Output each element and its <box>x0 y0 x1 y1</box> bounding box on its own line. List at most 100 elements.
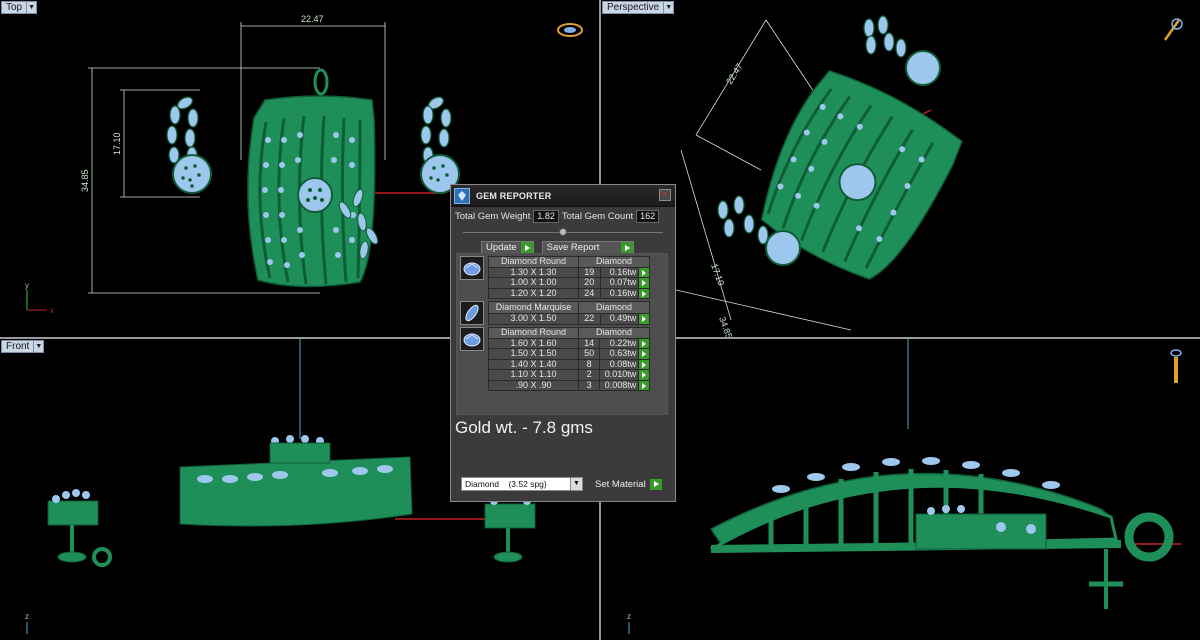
select-gem-arrow-icon[interactable] <box>638 348 650 360</box>
gem-table-header: Diamond Marquise Diamond <box>488 301 650 314</box>
gem-carat: 0.22tw <box>599 337 640 349</box>
gem-count: 14 <box>577 337 601 349</box>
earring-right-front-model <box>484 494 536 563</box>
earring-perspective-top-model <box>863 15 941 86</box>
earring-left-top-model <box>166 96 212 194</box>
gem-size: 1.20 X 1.20 <box>488 287 579 299</box>
axis-z-label: z <box>627 612 631 621</box>
dim-total-text: 34.85 <box>717 315 734 337</box>
gem-row[interactable]: 3.00 X 1.50 22 0.49tw <box>488 312 650 325</box>
gem-group: Diamond Marquise Diamond 3.00 X 1.50 22 0.49… <box>457 301 667 325</box>
select-gem-arrow-icon[interactable] <box>638 358 650 370</box>
select-gem-arrow-icon[interactable] <box>638 287 650 299</box>
total-gem-weight-value: 1.82 <box>533 210 559 223</box>
gem-table: Diamond Round Diamond 1.60 X 1.60 14 0.22tw 1… <box>488 327 650 391</box>
view-cube-top-icon[interactable] <box>556 22 584 38</box>
gem-carat: 0.16tw <box>599 266 640 278</box>
select-gem-arrow-icon[interactable] <box>638 369 650 381</box>
material-select[interactable]: Diamond (3.52 spg) ▼ <box>461 477 583 491</box>
viewport-menu-arrow-icon[interactable]: ▼ <box>664 1 675 14</box>
play-icon[interactable] <box>620 242 633 253</box>
gem-list[interactable]: Diamond Round Diamond 1.30 X 1.30 19 0.16tw 1… <box>456 253 668 415</box>
set-material-button[interactable]: Set Material <box>591 478 662 491</box>
round-gem-icon[interactable] <box>460 256 484 280</box>
report-slider[interactable] <box>463 228 663 238</box>
gem-row[interactable]: 1.20 X 1.20 24 0.16tw <box>488 287 650 299</box>
gem-count: 2 <box>577 369 601 381</box>
dim-width-text: 22.47 <box>724 62 744 86</box>
slider-knob[interactable] <box>559 228 567 236</box>
total-gem-weight-label: Total Gem Weight <box>455 211 531 222</box>
axis-x-label: x <box>50 306 54 315</box>
select-gem-arrow-icon[interactable] <box>638 277 650 289</box>
gem-carat: 0.63tw <box>599 348 640 360</box>
viewport-front-title[interactable]: Front <box>1 340 35 353</box>
perspective-view-canvas: 22.47 17.10 34.85 <box>675 15 963 337</box>
marquise-gem-icon[interactable] <box>460 301 484 325</box>
gem-summary: Total Gem Weight 1.82 Total Gem Count 16… <box>451 207 675 226</box>
view-cube-right-icon[interactable] <box>1167 347 1185 387</box>
gem-size: 1.00 X 1.00 <box>488 277 579 289</box>
viewport-front-label[interactable]: Front ▼ <box>1 340 45 353</box>
viewport-menu-arrow-icon[interactable]: ▼ <box>34 340 45 353</box>
gem-type-header: Diamond Round <box>488 256 579 268</box>
update-button-label: Update <box>486 242 517 253</box>
gem-size: .90 X .90 <box>488 379 579 391</box>
earring-right-top-model <box>420 96 460 194</box>
gem-row[interactable]: 1.00 X 1.00 20 0.07tw <box>488 277 650 289</box>
viewport-top-label[interactable]: Top ▼ <box>1 1 38 14</box>
axis-y-label: y <box>25 281 29 290</box>
gem-row[interactable]: 1.10 X 1.10 2 0.010tw <box>488 369 650 381</box>
pendant-side-model <box>709 457 1174 609</box>
gem-row[interactable]: 1.30 X 1.30 19 0.16tw <box>488 266 650 278</box>
rhino-workspace: Top ▼ 22.47 34.85 17.10 y x Perspective … <box>0 0 1200 640</box>
select-gem-arrow-icon[interactable] <box>638 312 650 325</box>
gem-material-header: Diamond <box>578 256 650 268</box>
gem-reporter-logo-icon <box>454 187 470 204</box>
gem-row[interactable]: 1.40 X 1.40 8 0.08tw <box>488 358 650 370</box>
gem-size: 1.40 X 1.40 <box>488 358 579 370</box>
viewport-perspective[interactable]: Perspective ▼ 22.47 17.10 34.85 <box>601 0 1200 337</box>
select-gem-arrow-icon[interactable] <box>638 379 650 391</box>
pendant-top-model <box>247 68 379 288</box>
play-icon[interactable] <box>649 478 662 490</box>
chevron-down-icon[interactable]: ▼ <box>570 478 582 490</box>
viewport-perspective-title[interactable]: Perspective <box>602 1 665 14</box>
gem-type-header: Diamond Marquise <box>488 301 579 314</box>
select-gem-arrow-icon[interactable] <box>638 337 650 349</box>
gem-group: Diamond Round Diamond 1.30 X 1.30 19 0.16tw 1… <box>457 256 667 299</box>
gem-material-header: Diamond <box>578 327 650 339</box>
viewport-top-title[interactable]: Top <box>1 1 28 14</box>
gem-reporter-titlebar[interactable]: GEM REPORTER × <box>451 185 675 207</box>
viewport-right[interactable]: z <box>601 339 1200 640</box>
play-icon[interactable] <box>520 242 533 253</box>
gem-size: 3.00 X 1.50 <box>488 312 579 325</box>
gem-type-header: Diamond Round <box>488 327 579 339</box>
gem-reporter-title: GEM REPORTER <box>476 190 552 201</box>
total-gem-count-label: Total Gem Count <box>561 211 634 222</box>
gem-row[interactable]: 1.60 X 1.60 14 0.22tw <box>488 337 650 349</box>
set-material-button-label: Set Material <box>595 478 646 490</box>
gem-reporter-footer: Diamond (3.52 spg) ▼ Set Material <box>461 477 662 491</box>
gem-count: 24 <box>578 287 601 299</box>
close-icon[interactable]: × <box>659 189 671 201</box>
round-gem-icon[interactable] <box>460 327 484 351</box>
gem-size: 1.60 X 1.60 <box>488 337 579 349</box>
viewport-perspective-label[interactable]: Perspective ▼ <box>602 1 675 14</box>
view-cube-perspective-icon[interactable] <box>1161 16 1183 44</box>
gem-table-header: Diamond Round Diamond <box>488 327 650 339</box>
gem-table-header: Diamond Round Diamond <box>488 256 650 268</box>
gem-count: 19 <box>578 266 601 278</box>
gem-row[interactable]: .90 X .90 3 0.008tw <box>488 379 650 391</box>
select-gem-arrow-icon[interactable] <box>638 266 650 278</box>
save-report-button-label: Save Report <box>546 242 600 253</box>
gem-count: 22 <box>578 312 601 325</box>
pendant-front-model <box>179 435 413 527</box>
dim-width-text: 22.47 <box>301 14 324 24</box>
gem-row[interactable]: 1.50 X 1.50 50 0.63tw <box>488 348 650 360</box>
gem-carat: 0.16tw <box>599 287 640 299</box>
viewport-menu-arrow-icon[interactable]: ▼ <box>27 1 38 14</box>
gem-carat: 0.49tw <box>599 312 640 325</box>
earring-left-front-model <box>47 489 112 567</box>
gem-size: 1.50 X 1.50 <box>488 348 579 360</box>
